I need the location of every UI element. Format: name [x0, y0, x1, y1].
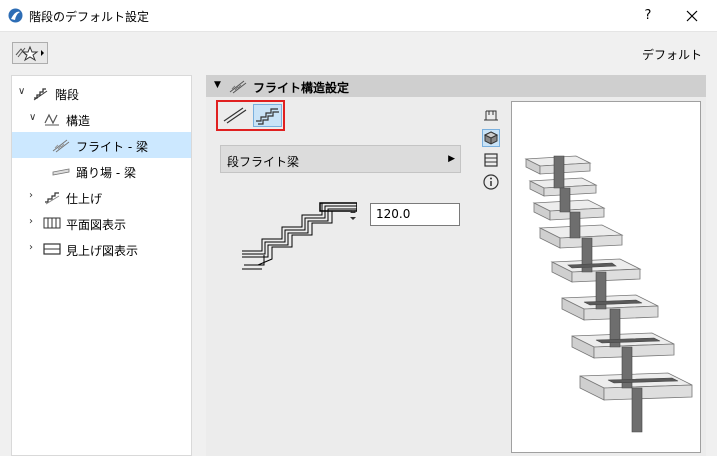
dialog-content: ∨ 階段 ∨ 構造 フライト - 梁 踊り場 - 梁 › 仕上げ › 平面図表示… [0, 71, 717, 456]
stringer-type-selector [216, 100, 285, 131]
info-button[interactable] [482, 173, 500, 191]
chevron-right-icon[interactable]: › [29, 216, 39, 228]
tree-item-label: 平面図表示 [66, 218, 127, 232]
finish-icon [45, 192, 60, 205]
3d-view-icon [483, 131, 499, 145]
chevron-down-icon[interactable]: ∨ [29, 112, 39, 124]
floor-plan-view-icon [484, 110, 498, 121]
title-bar: 階段のデフォルト設定 ? [0, 0, 717, 31]
window-title: 階段のデフォルト設定 [29, 10, 150, 24]
flight-type-value: 段フライト梁 [227, 155, 300, 169]
tree-item-floor-plan[interactable]: › 平面図表示 [12, 210, 191, 236]
tree-item-stairs[interactable]: ∨ 階段 [12, 80, 191, 106]
tree-item-label: 構造 [66, 114, 91, 128]
structure-icon [44, 113, 59, 126]
reflected-ceiling-icon [43, 243, 61, 255]
landing-beam-icon [52, 168, 70, 176]
spinner-arrows-icon[interactable] [349, 209, 357, 221]
tree-item-finish[interactable]: › 仕上げ [12, 184, 191, 210]
tree-item-landing-beam[interactable]: 踊り場 - 梁 [12, 158, 191, 184]
stair-3d-preview-image [524, 155, 693, 433]
tree-item-label: 仕上げ [66, 192, 103, 206]
default-label: デフォルト [641, 48, 702, 62]
favorites-button[interactable] [12, 42, 48, 64]
tree-item-label: フライト - 梁 [76, 140, 148, 154]
favorites-star-icon [15, 45, 44, 62]
tree-item-label: 踊り場 - 梁 [76, 166, 136, 180]
flight-structure-icon [229, 80, 247, 94]
flight-type-dropdown[interactable]: 段フライト梁 ▶ [220, 145, 461, 173]
tree-item-reflected-ceiling[interactable]: › 見上げ図表示 [12, 236, 191, 262]
chevron-down-icon[interactable]: ∨ [18, 86, 28, 98]
close-icon[interactable] [681, 6, 703, 26]
stepped-stringer-icon [256, 108, 279, 125]
stringer-thickness-input[interactable]: 120.0 [370, 203, 460, 226]
settings-tree: ∨ 階段 ∨ 構造 フライト - 梁 踊り場 - 梁 › 仕上げ › 平面図表示… [11, 75, 192, 456]
preview-view-toolbar [482, 107, 502, 207]
settings-panel: ▼ フライト構造設定 段フライト梁 ▶ 120.0 [206, 75, 706, 456]
floor-plan-icon [43, 217, 61, 229]
stepped-stringer-button[interactable] [253, 104, 282, 127]
help-button[interactable]: ? [638, 6, 658, 26]
3d-view-button[interactable] [482, 129, 500, 147]
straight-stringer-button[interactable] [221, 104, 250, 127]
flight-beam-icon [52, 139, 70, 153]
tree-item-label: 階段 [55, 88, 80, 102]
tree-item-structure[interactable]: ∨ 構造 [12, 106, 191, 132]
chevron-right-icon: ▶ [448, 154, 455, 164]
section-view-button[interactable] [482, 151, 500, 169]
chevron-right-icon[interactable]: › [29, 242, 39, 254]
section-header[interactable]: ▼ フライト構造設定 [206, 75, 706, 97]
section-view-icon [484, 153, 498, 167]
toolbar: デフォルト [0, 31, 717, 71]
straight-stringer-icon [223, 107, 247, 124]
section-title: フライト構造設定 [253, 81, 350, 95]
stair-icon [33, 88, 48, 101]
floor-plan-view-button[interactable] [482, 107, 500, 125]
chevron-right-icon[interactable]: › [29, 190, 39, 202]
collapse-arrow-icon[interactable]: ▼ [214, 80, 221, 90]
stringer-section-diagram [242, 202, 357, 270]
tree-item-flight-beam[interactable]: フライト - 梁 [12, 132, 191, 158]
info-icon [483, 174, 499, 190]
tree-item-label: 見上げ図表示 [66, 244, 139, 258]
3d-preview[interactable] [511, 101, 701, 453]
archicad-app-icon [8, 8, 23, 23]
